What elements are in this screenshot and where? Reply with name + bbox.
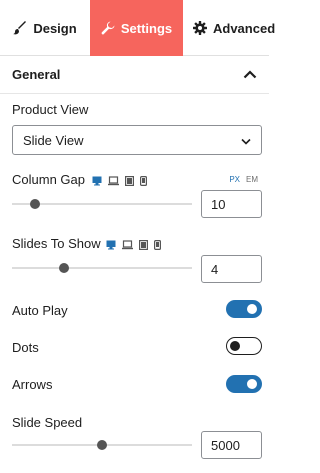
laptop-icon[interactable] [108, 173, 119, 191]
tablet-icon[interactable] [139, 237, 149, 255]
tab-advanced-label: Advanced [213, 20, 276, 36]
dots-label: Dots [12, 340, 39, 355]
wrench-icon [101, 21, 115, 35]
arrows-label: Arrows [12, 377, 53, 392]
tab-bar: Design Settings Advanced [0, 0, 275, 56]
tab-design-label: Design [33, 20, 77, 36]
desktop-icon[interactable] [106, 237, 116, 255]
product-view-label: Product View [12, 102, 89, 117]
slides-to-show-slider[interactable] [12, 262, 192, 274]
auto-play-toggle[interactable] [226, 300, 262, 318]
tablet-icon[interactable] [125, 173, 135, 191]
responsive-devices [106, 237, 162, 255]
unit-switch: PX EM [229, 175, 258, 184]
toggle-knob [247, 379, 257, 389]
slides-to-show-input[interactable]: 4 [201, 255, 262, 283]
toggle-knob [247, 304, 257, 314]
slider-handle[interactable] [97, 440, 107, 450]
dots-toggle[interactable] [226, 337, 262, 355]
product-view-select[interactable]: Slide View [12, 125, 262, 155]
slides-to-show-label: Slides To Show [12, 236, 101, 251]
unit-px[interactable]: PX [229, 175, 240, 184]
tab-design[interactable]: Design [0, 0, 90, 56]
slider-handle[interactable] [59, 263, 70, 273]
mobile-icon[interactable] [154, 237, 162, 255]
tab-settings-label: Settings [120, 20, 173, 36]
product-view-value: Slide View [23, 132, 84, 148]
slide-speed-slider[interactable] [12, 439, 192, 451]
laptop-icon[interactable] [122, 237, 133, 255]
column-gap-input[interactable]: 10 [201, 190, 262, 218]
column-gap-label: Column Gap [12, 172, 85, 187]
section-title: General [12, 67, 61, 82]
slide-speed-input[interactable]: 5000 [201, 431, 262, 459]
unit-em[interactable]: EM [246, 175, 258, 184]
arrows-toggle[interactable] [226, 375, 262, 393]
brush-icon [13, 21, 27, 35]
column-gap-slider[interactable] [12, 198, 192, 210]
slider-track [12, 267, 192, 269]
slide-speed-label: Slide Speed [12, 415, 83, 430]
toggle-knob [230, 340, 240, 351]
gear-icon [193, 21, 207, 35]
chevron-down-icon [241, 133, 251, 148]
mobile-icon[interactable] [140, 173, 148, 191]
slider-handle[interactable] [30, 199, 41, 209]
responsive-devices [92, 173, 148, 191]
chevron-up-icon[interactable] [243, 66, 257, 84]
desktop-icon[interactable] [92, 173, 102, 191]
tab-settings[interactable]: Settings [90, 0, 183, 56]
auto-play-label: Auto Play [12, 303, 68, 318]
section-header-general[interactable]: General [0, 56, 269, 94]
tab-advanced[interactable]: Advanced [183, 0, 275, 56]
